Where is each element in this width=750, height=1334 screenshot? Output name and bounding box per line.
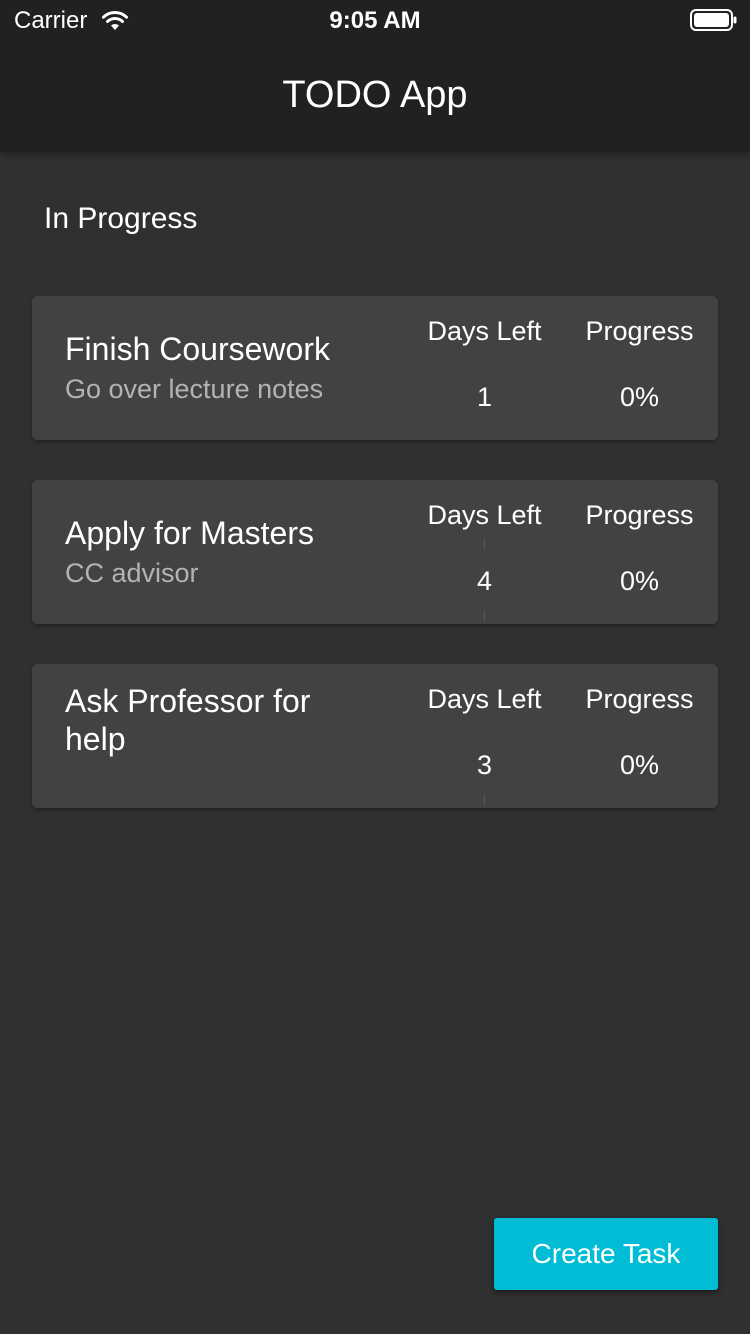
- status-bar: Carrier 9:05 AM: [0, 0, 750, 40]
- progress-value: 0%: [619, 566, 660, 596]
- progress-header: Progress: [585, 684, 694, 714]
- task-card[interactable]: Ask Professor for help Days Left Progres…: [32, 664, 718, 808]
- days-left-value: 1: [476, 382, 493, 412]
- days-left-indicator: [484, 356, 485, 364]
- days-left-header: Days Left: [427, 316, 542, 346]
- days-left-value: 3: [476, 750, 493, 780]
- progress-header: Progress: [585, 500, 694, 530]
- days-left-indicator: [484, 612, 485, 620]
- task-title: Ask Professor for help: [65, 683, 311, 757]
- task-card[interactable]: Finish Coursework Go over lecture notes …: [32, 296, 718, 440]
- section-title: In Progress: [44, 202, 198, 235]
- days-left-header: Days Left: [427, 500, 542, 530]
- create-task-button[interactable]: Create Task: [494, 1218, 718, 1290]
- progress-value: 0%: [619, 382, 660, 412]
- task-subtitle: CC advisor: [65, 558, 199, 588]
- progress-header: Progress: [585, 316, 694, 346]
- days-left-header: Days Left: [427, 684, 542, 714]
- page-title: TODO App: [282, 74, 468, 116]
- days-left-value: 4: [476, 566, 493, 596]
- task-card[interactable]: Apply for Masters CC advisor Days Left P…: [32, 480, 718, 624]
- status-time: 9:05 AM: [329, 7, 421, 34]
- task-title: Finish Coursework: [65, 331, 330, 367]
- task-title: Apply for Masters: [65, 515, 314, 551]
- task-subtitle: Go over lecture notes: [65, 374, 324, 404]
- app-header: Carrier 9:05 AM TODO App: [0, 0, 750, 152]
- days-left-indicator: [484, 796, 485, 804]
- progress-value: 0%: [619, 750, 660, 780]
- days-left-indicator: [484, 540, 485, 548]
- battery-icon: [690, 9, 737, 31]
